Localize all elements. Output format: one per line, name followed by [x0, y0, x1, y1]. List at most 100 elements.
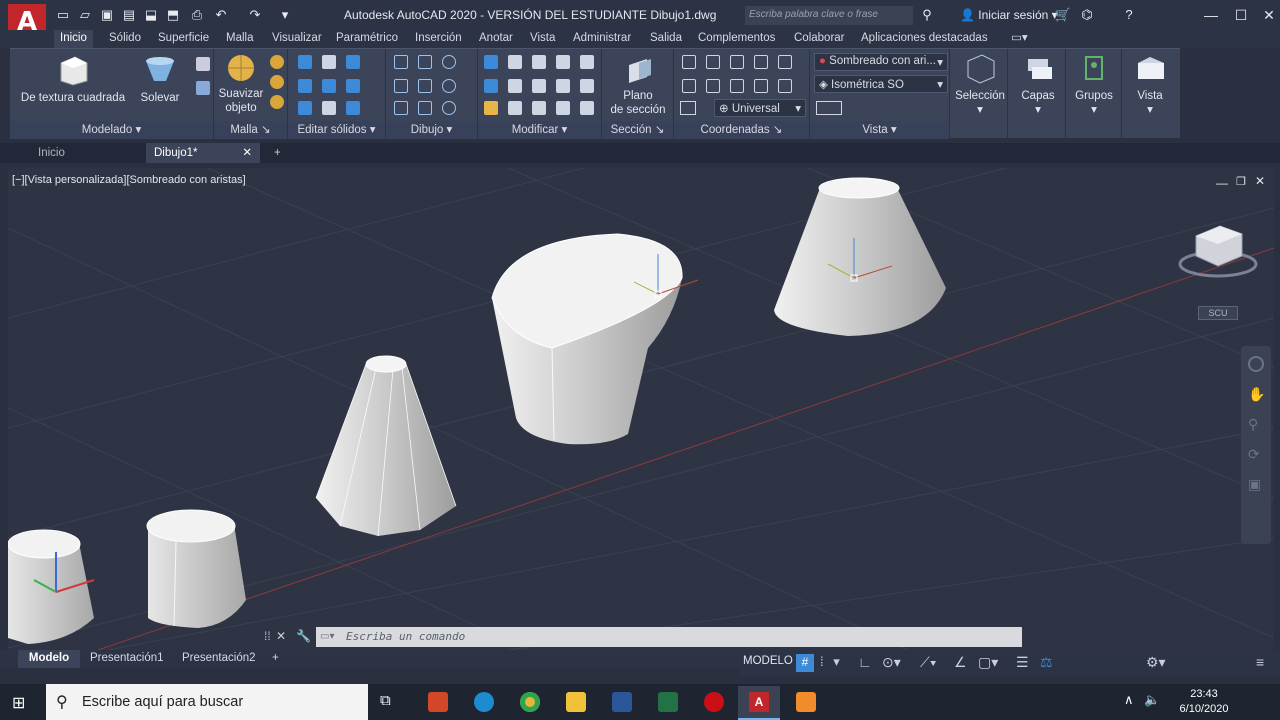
viewport-config-icon[interactable] [816, 101, 842, 115]
file-explorer-icon[interactable] [566, 692, 586, 712]
tab-superficie[interactable]: Superficie [152, 30, 215, 48]
tab-malla[interactable]: Malla [220, 30, 259, 48]
extrude-icon[interactable] [196, 57, 210, 71]
slice-icon[interactable] [298, 79, 312, 93]
ucs-menu-button[interactable]: SCU [1198, 306, 1238, 320]
windows-start-icon[interactable]: ⊞ [12, 693, 25, 713]
powerpoint-icon[interactable] [428, 692, 448, 712]
recorder-icon[interactable] [796, 692, 816, 712]
offset-icon[interactable] [556, 101, 570, 115]
ucs-y-icon[interactable] [754, 55, 768, 69]
tab-insercion[interactable]: Inserción [409, 30, 468, 48]
customize-icon[interactable]: ≡ [1256, 654, 1264, 670]
fillet-icon[interactable] [580, 79, 594, 93]
panel-title[interactable]: Modificar ▾ [478, 121, 601, 139]
ellipse-icon[interactable] [442, 101, 456, 115]
tab-presentacion2[interactable]: Presentación2 [182, 650, 256, 668]
taskbar-clock[interactable]: 23:43 6/10/2020 [1164, 687, 1244, 717]
osnap-icon[interactable]: ▢▾ [978, 654, 998, 671]
zoom-icon[interactable]: ⚲ [1248, 416, 1264, 432]
task-view-icon[interactable]: ⧉ [380, 692, 391, 709]
help-icon[interactable]: ? [1120, 6, 1138, 24]
rectangle-icon[interactable] [418, 101, 432, 115]
thicken-icon[interactable] [298, 101, 312, 115]
close-tab-icon[interactable]: ✕ [242, 143, 252, 163]
word-icon[interactable] [612, 692, 632, 712]
ribbon-options-icon[interactable]: ▭▾ [1005, 30, 1034, 48]
copy-icon[interactable] [556, 79, 570, 93]
new-tab-icon[interactable]: + [266, 143, 281, 163]
view-button[interactable]: Vista ▾ [1124, 53, 1176, 117]
steering-wheel-icon[interactable] [1248, 356, 1264, 372]
command-input[interactable]: Escriba un comando [316, 627, 1022, 647]
extract-edges-icon[interactable] [322, 101, 336, 115]
circle-icon[interactable] [442, 79, 456, 93]
cart-icon[interactable]: 🛒 [1054, 6, 1072, 24]
align-icon[interactable] [484, 79, 498, 93]
tab-colaborar[interactable]: Colaborar [788, 30, 851, 48]
open-file-icon[interactable]: ▱ [76, 6, 94, 24]
tab-start[interactable]: Inicio [30, 143, 140, 163]
new-file-icon[interactable]: ▭ [54, 6, 72, 24]
print-icon[interactable]: ⎙ [188, 6, 206, 24]
polygon-icon[interactable] [394, 101, 408, 115]
tab-aplicaciones[interactable]: Aplicaciones destacadas [855, 30, 994, 48]
web-save-icon[interactable]: ⬓ [142, 6, 160, 24]
panel-title[interactable]: Modelado ▾ [10, 121, 213, 139]
add-layout-icon[interactable]: + [272, 650, 279, 668]
signin-button[interactable]: 👤 Iniciar sesión ▾ [960, 8, 1058, 22]
loft-button[interactable]: Solevar [132, 53, 188, 105]
isodraft-icon[interactable]: ⟋▾ [920, 654, 937, 671]
rect-array-icon[interactable] [580, 101, 594, 115]
cmd-grip-icon[interactable]: ⁞⁞ [264, 629, 271, 643]
ucs-origin-icon[interactable] [682, 79, 696, 93]
viewport-minimize-icon[interactable]: — [1216, 176, 1228, 190]
mesh-refine-icon[interactable] [270, 75, 284, 89]
help-search-input[interactable]: Escriba palabra clave o frase [745, 6, 913, 25]
viewport-restore-icon[interactable]: ❐ [1236, 175, 1246, 188]
union-icon[interactable] [298, 55, 312, 69]
viewport-close-icon[interactable]: ✕ [1255, 174, 1265, 188]
tab-administrar[interactable]: Administrar [567, 30, 637, 48]
network-icon[interactable]: ⌬ [1078, 6, 1096, 24]
lineweight-icon[interactable]: ☰ [1016, 654, 1029, 671]
excel-icon[interactable] [658, 692, 678, 712]
box-button[interactable]: De textura cuadrada [18, 53, 128, 105]
pan-icon[interactable]: ✋ [1248, 386, 1265, 402]
view-select[interactable]: ◈ Isométrica SO ▾ [814, 75, 948, 93]
pyramid-cone-solid[interactable] [315, 355, 457, 537]
panel-capas[interactable]: Capas ▾ [1010, 49, 1066, 139]
autocad-taskbar-button[interactable]: A [738, 686, 780, 720]
section-plane-button[interactable]: Plano de sección [608, 55, 668, 117]
panel-title[interactable]: Sección ↘ [602, 121, 673, 139]
erase-icon[interactable] [484, 101, 498, 115]
save-icon[interactable]: ▣ [98, 6, 116, 24]
rotate-icon[interactable] [532, 79, 546, 93]
redo-icon[interactable]: ↷ [246, 6, 264, 24]
tab-parametrico[interactable]: Paramétrico [330, 30, 404, 48]
mesh-sphere-icon[interactable] [270, 55, 284, 69]
ortho-icon[interactable]: ∟ [858, 654, 872, 670]
showmotion-icon[interactable]: ▣ [1248, 476, 1264, 492]
ucs-z-icon[interactable] [778, 55, 792, 69]
wrench-icon[interactable]: 🔧 [296, 629, 311, 643]
cone-frustum-solid[interactable] [774, 177, 946, 336]
rotate3d-icon[interactable] [508, 79, 522, 93]
viewcube[interactable] [1178, 225, 1258, 278]
ucs-icon[interactable] [682, 55, 696, 69]
line-icon[interactable] [418, 55, 432, 69]
ucs-view-icon[interactable] [730, 79, 744, 93]
tab-complementos[interactable]: Complementos [692, 30, 781, 48]
drawing-viewport[interactable] [7, 0, 1275, 651]
polar-icon[interactable]: ⊙▾ [882, 654, 901, 671]
viewport-controls-label[interactable]: [−][Vista personalizada][Sombreado con a… [12, 174, 246, 186]
construction-line-icon[interactable] [418, 79, 432, 93]
scale-icon[interactable] [532, 101, 546, 115]
binoculars-icon[interactable]: ⚲ [918, 6, 936, 24]
stretch-icon[interactable] [556, 55, 570, 69]
edge-icon[interactable] [474, 692, 494, 712]
panel-vista-btn[interactable]: Vista ▾ [1122, 49, 1178, 139]
save-as-icon[interactable]: ▤ [120, 6, 138, 24]
cylinder-frustum-solid[interactable] [146, 509, 246, 628]
workspace-gear-icon[interactable]: ⚙▾ [1146, 654, 1166, 671]
